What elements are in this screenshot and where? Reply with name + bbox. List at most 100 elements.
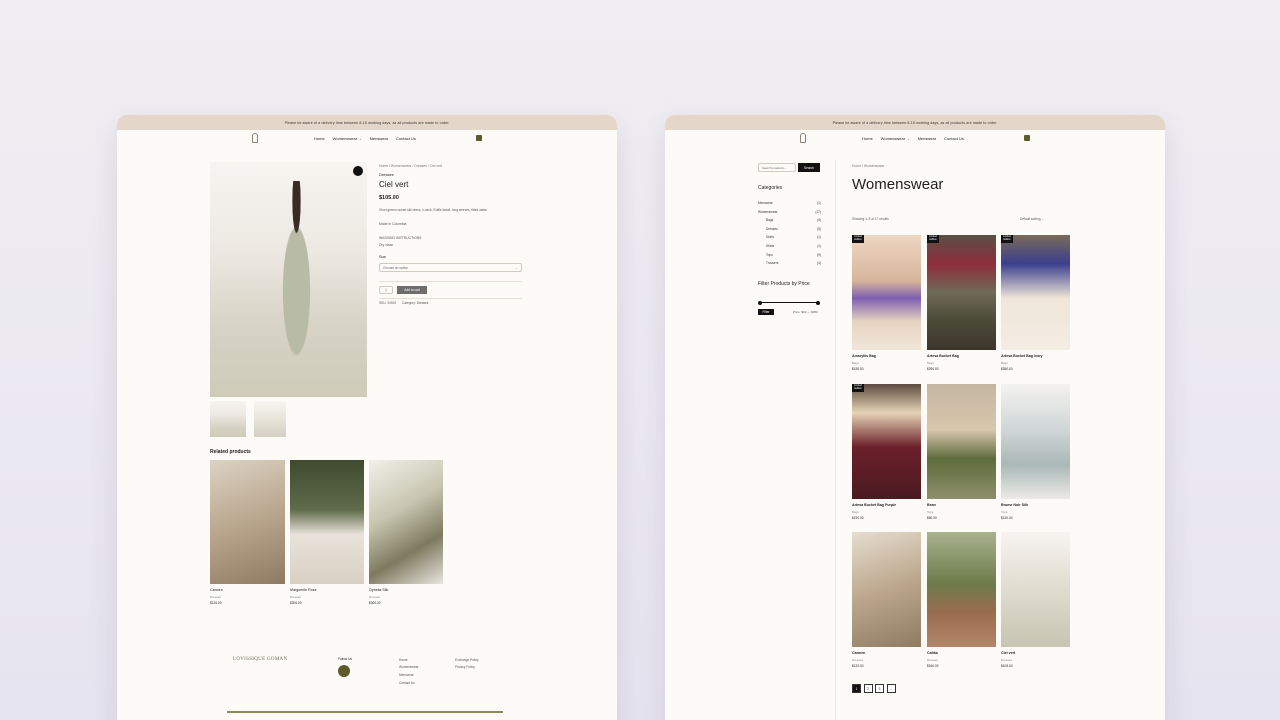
nav-home[interactable]: Home	[314, 136, 325, 141]
chevron-down-icon: ⌄	[359, 137, 362, 141]
sidebar-divider	[835, 160, 836, 720]
instagram-icon[interactable]	[338, 665, 350, 677]
cart-icon[interactable]	[476, 135, 482, 141]
product-thumbnail[interactable]	[210, 401, 246, 437]
filter-button[interactable]: Filter	[758, 309, 774, 315]
product-name[interactable]: Amaryllis Bag	[852, 354, 876, 358]
footer-link-privacy-policy[interactable]: Privacy Policy	[455, 665, 475, 669]
category-name: Shirts	[766, 244, 775, 248]
category-count: (1)	[817, 235, 821, 240]
chevron-down-icon: ⌄	[515, 265, 518, 270]
product-image[interactable]	[927, 384, 996, 499]
category-item[interactable]: Womenswear (17)	[758, 210, 821, 214]
product-price: $290.00	[927, 367, 939, 371]
price-slider-handle-min[interactable]	[758, 300, 762, 305]
product-category[interactable]: Dresses	[379, 172, 394, 177]
related-product-name[interactable]: Carmen	[210, 588, 223, 592]
nav-menswear[interactable]: Menswear	[370, 136, 388, 141]
page-button[interactable]: 1	[852, 684, 861, 693]
product-price: $190.00	[852, 516, 864, 520]
product-image[interactable]	[1001, 532, 1070, 647]
footer-brand-logo[interactable]: LOVISSIQUE GOMAN	[233, 657, 287, 662]
related-product-name[interactable]: Marguerite Rose	[290, 588, 317, 592]
product-image[interactable]	[927, 532, 996, 647]
footer-link-womenswear[interactable]: Womenswear	[399, 665, 418, 669]
category-item[interactable]: Shirts (1)	[766, 244, 821, 248]
related-product-image[interactable]	[290, 460, 364, 584]
add-to-cart-button[interactable]: Add to cart	[397, 286, 427, 294]
product-image[interactable]: Limited Edition	[852, 235, 921, 350]
category-item[interactable]: Skirts (1)	[766, 235, 821, 239]
category-name: Menswear	[758, 201, 773, 205]
product-name[interactable]: Artesa Bucket Bag Purple	[852, 503, 896, 507]
related-product-image[interactable]	[369, 460, 443, 584]
next-page-button[interactable]: →	[886, 684, 896, 693]
nav-contact[interactable]: Contact Us	[944, 136, 964, 141]
nav-womenswear[interactable]: Womenswear ⌄	[881, 136, 910, 141]
product-image[interactable]: Limited Edition	[852, 384, 921, 499]
related-product-image[interactable]	[210, 460, 285, 584]
announcement-bar: Please be aware of a delivery time betwe…	[117, 115, 617, 130]
page-button[interactable]: 2	[863, 684, 873, 693]
price-slider-handle-max[interactable]	[816, 300, 820, 305]
size-select[interactable]: Choose an option ⌄	[379, 263, 522, 272]
product-name[interactable]: Artesa Bucket Bag	[927, 354, 959, 358]
category-count: (1)	[817, 201, 821, 205]
breadcrumb: Home / Womenswear	[852, 164, 885, 168]
search-button[interactable]: Search	[798, 163, 820, 172]
footer-link-contact[interactable]: Contact Us	[399, 681, 415, 685]
category-count: (9)	[817, 252, 821, 257]
product-name[interactable]: Caliba	[927, 651, 938, 655]
category-meta[interactable]: Category: Dresses	[402, 301, 428, 305]
product-page-window: Please be aware of a delivery time betwe…	[117, 115, 617, 720]
main-nav: Home Womenswear ⌄ Menswear Contact Us	[665, 130, 1165, 148]
category-item[interactable]: Bags (4)	[766, 218, 821, 222]
nav-womenswear[interactable]: Womenswear ⌄	[333, 136, 362, 141]
category-item[interactable]: Trousers (4)	[766, 261, 821, 265]
category-name: Tops	[766, 252, 773, 257]
cart-icon[interactable]	[1024, 135, 1030, 141]
category-count: (17)	[815, 209, 821, 214]
product-image[interactable]	[1001, 384, 1070, 499]
product-name[interactable]: Ciel vert	[1001, 651, 1015, 655]
footer-link-menswear[interactable]: Menswear	[399, 673, 414, 677]
nav-home[interactable]: Home	[862, 136, 873, 141]
brand-logo-icon[interactable]	[252, 133, 258, 143]
product-price: $350.00	[1001, 367, 1013, 371]
category-item[interactable]: Menswear (1)	[758, 201, 821, 205]
product-price: $105.00	[379, 195, 399, 201]
product-category: Bags	[852, 361, 859, 365]
product-name[interactable]: Brume Noir Silk	[1001, 503, 1028, 507]
product-name[interactable]: Carmen	[852, 651, 865, 655]
zoom-icon[interactable]	[353, 166, 363, 176]
price-range-text: Price: $60 — $350	[793, 310, 818, 314]
product-main-image[interactable]	[210, 162, 367, 397]
product-name[interactable]: Artesa Bucket Bag Ivory	[1001, 354, 1043, 358]
related-product-price: $300.00	[290, 601, 302, 605]
search-input[interactable]: Search products...	[758, 163, 796, 172]
quantity-input[interactable]: 1	[379, 286, 393, 294]
price-slider-track[interactable]	[760, 302, 818, 303]
limited-edition-badge: Limited Edition	[927, 235, 939, 243]
categories-title: Categories	[758, 185, 783, 191]
product-title: Ciel vert	[379, 180, 409, 189]
category-item[interactable]: Tops (9)	[766, 253, 821, 257]
sorting-select[interactable]: Default sorting ⌄	[1020, 217, 1044, 221]
footer-link-home[interactable]: Home	[399, 658, 408, 662]
main-nav: Home Womenswear ⌄ Menswear Contact Us	[117, 130, 617, 148]
page-button[interactable]: 3	[875, 684, 884, 693]
product-name[interactable]: Bean	[927, 503, 936, 507]
product-image[interactable]: Limited Edition	[1001, 235, 1070, 350]
brand-logo-icon[interactable]	[800, 133, 806, 143]
product-image[interactable]: Limited Edition	[927, 235, 996, 350]
product-category: Tops	[1001, 510, 1008, 514]
category-item[interactable]: Dresses (5)	[766, 227, 821, 231]
nav-menswear[interactable]: Menswear	[918, 136, 936, 141]
product-image[interactable]	[852, 532, 921, 647]
related-product-name[interactable]: Ophelia Silk	[369, 588, 388, 592]
footer-link-exchange-policy[interactable]: Exchange Policy	[455, 658, 479, 662]
product-price: $120.00	[852, 664, 864, 668]
nav-contact[interactable]: Contact Us	[396, 136, 416, 141]
product-thumbnail[interactable]	[254, 401, 286, 437]
size-label: Size	[379, 255, 386, 259]
